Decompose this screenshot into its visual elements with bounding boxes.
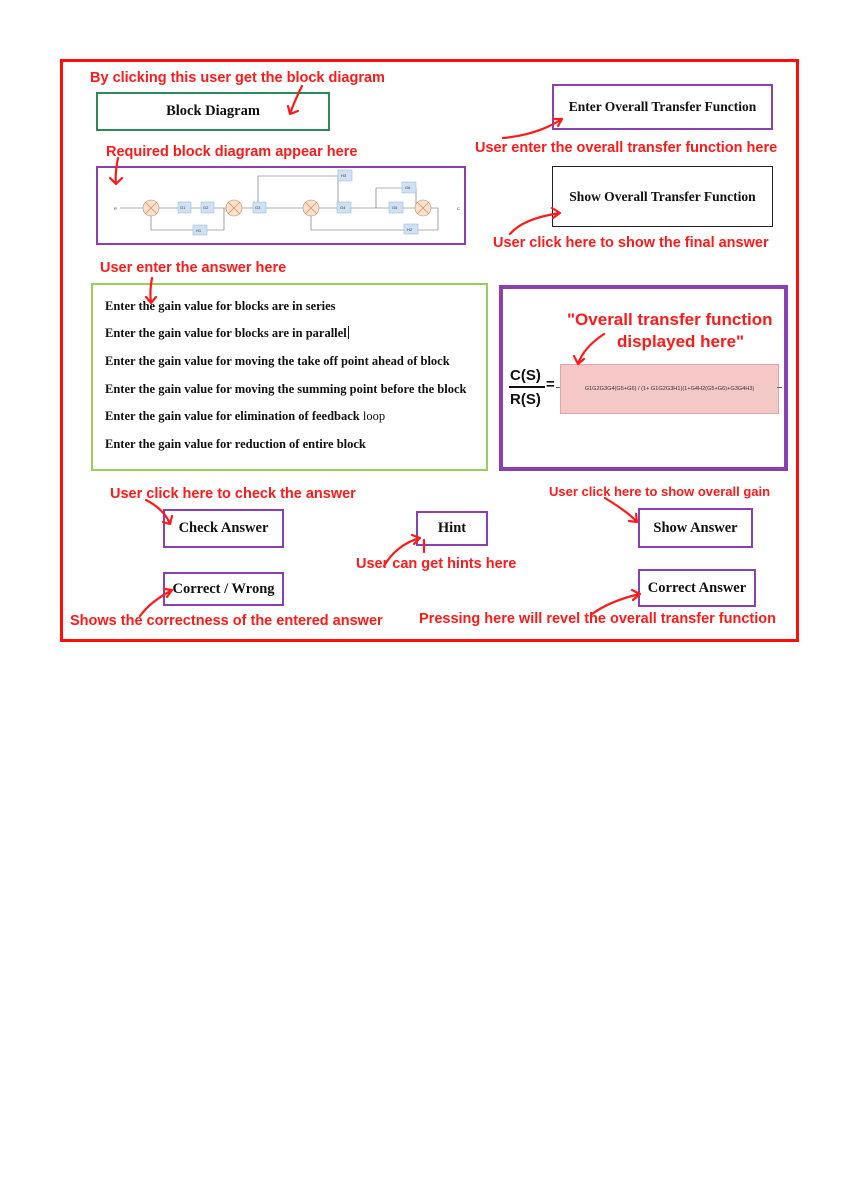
tf-fraction-bar — [509, 386, 545, 388]
annotation-show-final: User click here to show the final answer — [493, 235, 769, 251]
annotation-diagram-appear: Required block diagram appear here — [106, 144, 358, 160]
bd-block-h3: H3 — [341, 173, 347, 178]
annotation-tf-displayed-1: "Overall transfer function — [567, 310, 773, 329]
tf-denominator: R(S) — [510, 391, 541, 408]
show-answer-button[interactable]: Show Answer — [638, 508, 753, 548]
block-diagram: R C G1 G2 G3 G4 G5 G6 H1 H2 H3 — [114, 169, 460, 236]
gain-input-summing[interactable]: Enter the gain value for moving the summ… — [105, 382, 466, 397]
annotation-enter-answer: User enter the answer here — [100, 260, 287, 276]
gain-input-parallel[interactable]: Enter the gain value for blocks are in p… — [105, 326, 349, 341]
correct-wrong-button[interactable]: Correct / Wrong — [163, 572, 284, 606]
bd-block-h2: H2 — [407, 227, 413, 232]
bd-block-g1: G1 — [180, 205, 186, 210]
block-diagram-button[interactable]: Block Diagram — [96, 92, 330, 131]
annotation-check-answer: User click here to check the answer — [110, 486, 356, 502]
gain-input-series[interactable]: Enter the gain value for blocks are in s… — [105, 299, 336, 314]
transfer-function-panel: "Overall transfer function displayed her… — [499, 285, 788, 471]
bd-block-g6: G6 — [405, 185, 411, 190]
hint-button[interactable]: Hint — [416, 511, 488, 546]
bd-block-g4: G4 — [340, 205, 346, 210]
tf-numerator: C(S) — [510, 367, 541, 384]
tf-equals: = — [546, 376, 555, 393]
tf-arrow-line-right — [777, 387, 782, 388]
check-answer-button[interactable]: Check Answer — [163, 509, 284, 548]
tf-expression-box: G1G2G3G4(G5+G6) / (1+ G1G2G3H1)(1+G4H2(G… — [560, 364, 779, 414]
annotation-get-hints: User can get hints here — [356, 556, 517, 572]
correct-answer-button[interactable]: Correct Answer — [638, 569, 756, 607]
gain-inputs-panel: Enter the gain value for blocks are in s… — [91, 283, 488, 471]
annotation-tf-displayed-2: displayed here" — [617, 332, 745, 351]
gain-input-reduction[interactable]: Enter the gain value for reduction of en… — [105, 437, 366, 452]
bd-block-g5: G5 — [392, 205, 398, 210]
annotation-show-gain: User click here to show overall gain — [549, 484, 771, 499]
annotation-block-diagram-click: By clicking this user get the block diag… — [90, 70, 385, 86]
annotation-correctness: Shows the correctness of the entered ans… — [70, 613, 383, 629]
bd-block-h1: H1 — [196, 228, 202, 233]
gain-input-feedback[interactable]: Enter the gain value for elimination of … — [105, 409, 385, 424]
bd-block-g3: G3 — [255, 205, 261, 210]
block-diagram-panel: R C G1 G2 G3 G4 G5 G6 H1 H2 H3 — [96, 166, 466, 245]
bd-output-label: C — [457, 206, 460, 211]
annotation-enter-tf: User enter the overall transfer function… — [475, 140, 778, 156]
bd-block-g2: G2 — [203, 205, 209, 210]
show-overall-tf-button[interactable]: Show Overall Transfer Function — [552, 166, 773, 227]
bd-input-label: R — [114, 206, 117, 211]
enter-overall-tf-button[interactable]: Enter Overall Transfer Function — [552, 84, 773, 130]
text-cursor — [347, 326, 349, 339]
gain-input-takeoff[interactable]: Enter the gain value for moving the take… — [105, 354, 450, 369]
annotation-reveal-tf: Pressing here will revel the overall tra… — [419, 611, 776, 627]
